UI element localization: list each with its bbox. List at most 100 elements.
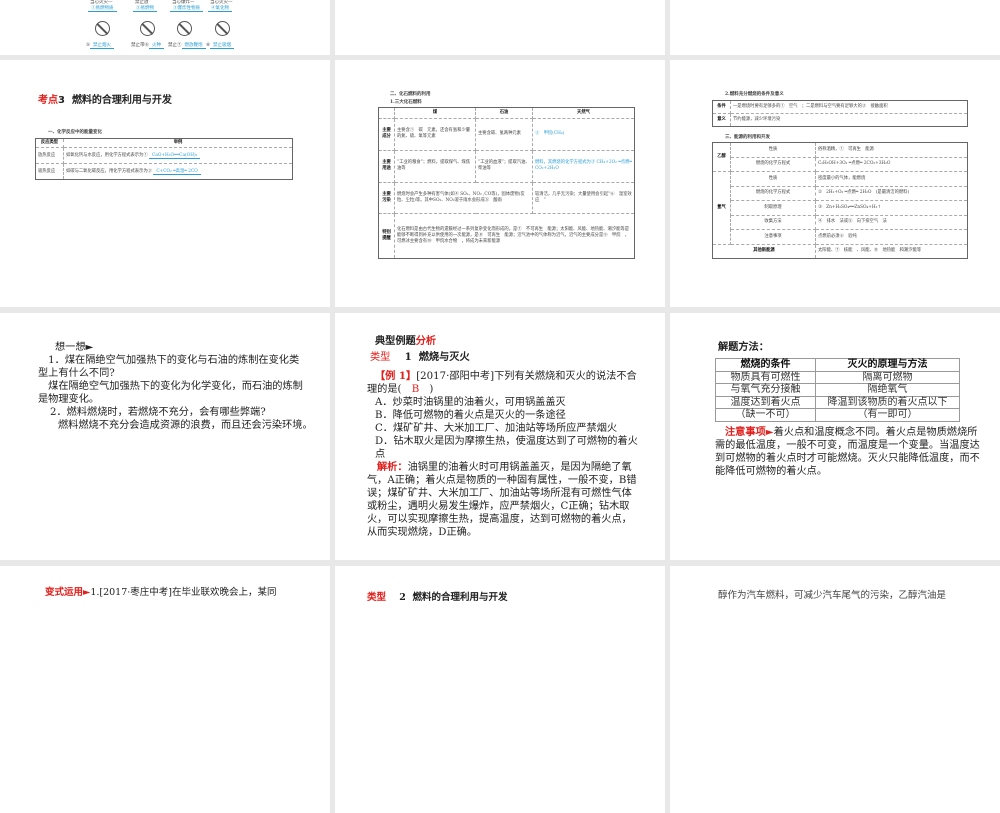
table-cell: 性质 [730,171,816,187]
table-cell: ④ 排水 法或⑤ 向下排空气 法 [815,214,968,230]
cell-text: 如碳与二氧化碳反应，用化学方程式表示为② [66,168,152,174]
slide-thumbnail-2[interactable] [335,0,665,55]
table-cell: ③ Zn+H₂SO₄══ZnSO₄+H₂↑ [815,200,968,216]
answer-option: D．钻木取火是因为摩擦生热，使温度达到了可燃物的着火点 [375,436,638,460]
table-cell: 灭火的原理与方法 [815,358,960,372]
sign-label: 禁止带⑥ 火种 [131,42,164,49]
table-cell: 煤 [394,107,476,119]
table-cell: 天然气 [532,107,635,119]
table-cell: 降温到该物质的着火点以下 [815,395,960,409]
slide-thumbnail-1[interactable]: 当心火灾— ①易燃物质 ⑤ 禁止烟火 禁止放 ②易燃物 禁止带⑥ 火种 当心爆炸— ③爆炸性物质禁… [0,0,330,55]
title-prefix: 考点 [38,95,58,106]
table-cell: 制取原理 [730,200,816,216]
title-text: 燃料的合理利用与开发 [71,95,172,106]
table-row: 特别提醒 化石燃料是由古代生物的遗骸经过一系列复杂变化而形成的，是⑦ 不可再生 能… [378,213,635,259]
table-row: 温度达到着火点 降温到该物质的着火点以下 [715,395,960,409]
table-cell: 俗称酒精，① 可再生 能源 [815,142,968,158]
section-heading: 典型例题分析 [375,335,436,348]
table-row: 与氧气充分接触 隔绝氧气 [715,383,960,397]
table-row: 制取原理 ③ Zn+H₂SO₄══ZnSO₄+H₂↑ [713,200,968,216]
prohibition-sign-icon [215,21,230,36]
answer-2: 燃料燃烧不充分会造成资源的浪费，而且还会污染环境。 [58,420,313,431]
table-row: 主要成分 主要含① 碳 元素，还含有氢和少量的氮、硫、氧等元素 主要含碳、氢两种元素… [378,118,635,151]
variant-text: 1.[2017·枣庄中考]在毕业联欢晚会上，某同 [90,587,277,598]
table-cell: 吸热反应 [35,163,64,181]
table-header: 煤石油 天然气 [378,107,635,119]
table-cell: 点燃前必须⑥ 验纯 [815,229,968,245]
slide-thumbnail-7[interactable]: 想一想► 1．煤在隔绝空气加强热下的变化与石油的炼制在变化类型上有什么不同? 煤… [0,313,330,560]
table-cell: 主要用途 [378,149,395,183]
table-row: 收集方法 ④ 排水 法或⑤ 向下排空气 法 [713,214,968,230]
table-cell: ② 甲烷(CH₄) [532,118,635,151]
section-subtitle: 2.燃料充分燃烧的条件及意义 [725,92,784,97]
table-row: 主要用途 “工业的粮食”；燃料，提取煤气、煤焦油等 “工业的血液”；提取汽油、柴油等… [378,149,635,183]
table-cell: 隔绝氧气 [815,383,960,397]
table-cell: 石油 [475,107,533,119]
section-subtitle: 二、化石燃料的利用 [390,92,431,97]
table-cell: 主要污染 [378,181,395,215]
slide-thumbnail-8[interactable]: 典型例题分析 类型 1 燃烧与灭火 【例 1】[2017·邵阳中考]下列有关燃烧… [335,313,665,560]
answer-1: 煤在隔绝空气加强热下的变化为化学变化，而石油的炼制是物理变化。 [38,381,303,405]
sign-answer: ③爆炸性物质 [170,5,203,12]
analysis-text: 油锅里的油着火时可用锅盖盖灭，是因为隔绝了氧气，A正确；着火点是物质的一种固有属… [367,462,637,538]
table-row: 吸热反应 如碳与二氧化碳反应，用化学方程式表示为② C+CO₂ ═高温═ 2CO [35,163,293,181]
table-cell: 燃烧的条件 [715,358,816,372]
example-question: 【例 1】[2017·邵阳中考]下列有关燃烧和灭火的说法不合理的是( B ) [367,370,642,396]
table-cell: 燃烧的化学方程式 [730,185,816,201]
table-cell: 隔离可燃物 [815,370,960,384]
table-row: 主要污染 燃烧时会产生多种有害气体(如④ SO₂、NO₂ ,CO等)，固体废物(炭… [378,181,635,215]
slide-thumbnail-6[interactable]: 2.燃料充分燃烧的条件及意义 条件 一是燃烧时要有足够多的① 空气 ；二是燃料与空… [670,60,1000,307]
method-heading: 解题方法： [718,341,769,353]
sign-label: 禁止⑦ 燃放鞭炮 [168,42,206,49]
section-subtitle-2: 三、能源的利用和开发 [725,135,770,140]
combustion-condition-table: 条件 一是燃烧时要有足够多的① 空气 ；二是燃料与空气要有足够大的② 接触面积 意义… [712,100,968,127]
heading-black: 典型例题 [375,335,416,347]
slide-thumbnail-4[interactable]: 考点3 燃料的合理利用与开发 一、化学反应中的能量变化 反应类型 举例 放热反应 如氧… [0,60,330,307]
table-cell: 较清洁，几乎无污染；大量使用会引起“⑥ 温室效应 ” [532,181,635,215]
table-cell: （有一即可） [815,408,960,422]
table-cell: 注意事项 [730,229,816,245]
table-cell: 如氧化钙与水反应，用化学方程式表示为① CaO+H₂O══Ca(OH)₂ [63,147,293,165]
slide-thumbnail-11[interactable]: 类型 2 燃料的合理利用与开发 [335,566,665,813]
table-cell: 一是燃烧时要有足够多的① 空气 ；二是燃料与空气要有足够大的② 接触面积 [730,100,968,114]
answer-option: A．炒菜时油锅里的油着火，可用锅盖盖灭 [375,397,566,408]
table-cell: “工业的粮食”；燃料，提取煤气、煤焦油等 [394,149,476,183]
table-cell: 主要成分 [378,118,395,151]
table-cell: 节约能源，减少环境污染 [730,113,968,127]
table-row: 意义 节约能源，减少环境污染 [712,113,968,127]
slide-thumbnail-9[interactable]: 解题方法： 燃烧的条件 灭火的原理与方法 物质具有可燃性 隔离可燃物 与氧气充分接触 隔绝… [670,313,1000,560]
sign-answer: ④氧化物 [208,5,232,12]
slide-thumbnail-12[interactable]: 醇作为汽车燃料，可减少汽车尾气的污染，乙醇汽油是 [670,566,1000,813]
example-label: 【例 1】 [375,370,417,382]
table-cell: 物质具有可燃性 [715,370,816,384]
sign-label-prefix: 禁止带⑥ [131,43,149,48]
table-cell: 放热反应 [35,147,64,165]
cell-text: 如氧化钙与水反应，用化学方程式表示为① [66,152,148,158]
table-cell: 主要含碳、氢两种元素 [475,118,533,151]
sign-answer: ②易燃物 [133,5,157,12]
table-row: 注意事项 点燃前必须⑥ 验纯 [713,229,968,245]
table-cell: 举例 [63,137,293,149]
table-cell: 与氧气充分接触 [715,383,816,397]
table-row: 条件 一是燃烧时要有足够多的① 空气 ；二是燃料与空气要有足够大的② 接触面积 [712,100,968,114]
slide-thumbnail-10[interactable]: 变式运用►1.[2017·枣庄中考]在毕业联欢晚会上，某同 [0,566,330,813]
type-title: 燃烧与灭火 [418,351,470,363]
section-subtitle-2: 1.三大化石燃料 [390,100,422,105]
slide-thumbnail-3[interactable] [670,0,1000,55]
slide-thumbnail-5[interactable]: 二、化石燃料的利用 1.三大化石燃料 煤石油 天然气 主要成分 主要含① 碳 元素，还… [335,60,665,307]
table-cell: 太阳能、⑦ 核能 、风能、⑧ 地热能 和潮汐能等 [815,243,968,259]
table-cell: 燃烧的化学方程式 [730,156,816,172]
table-cell: 意义 [712,113,731,127]
table-cell: “工业的血液”；提取汽油、柴油等 [475,149,533,183]
table-cell: 反应类型 [35,137,64,149]
table-cell: 收集方法 [730,214,816,230]
table-row: 燃烧的化学方程式 C₂H₅OH+3O₂ ═点燃═ 2CO₂+3H₂O [713,156,968,172]
table-cell: 密度最小的气体，能燃烧 [815,171,968,187]
sign-label: ⑤ 禁止烟火 [86,42,115,49]
type-heading: 类型 2 燃料的合理利用与开发 [367,591,508,604]
cell-answer: CaO+H₂O══Ca(OH)₂ [149,152,201,159]
think-heading: 想一想► [55,342,94,353]
table-header: 反应类型 举例 [35,137,293,149]
type-label: 类型 [370,352,391,363]
table-cell [378,107,395,119]
